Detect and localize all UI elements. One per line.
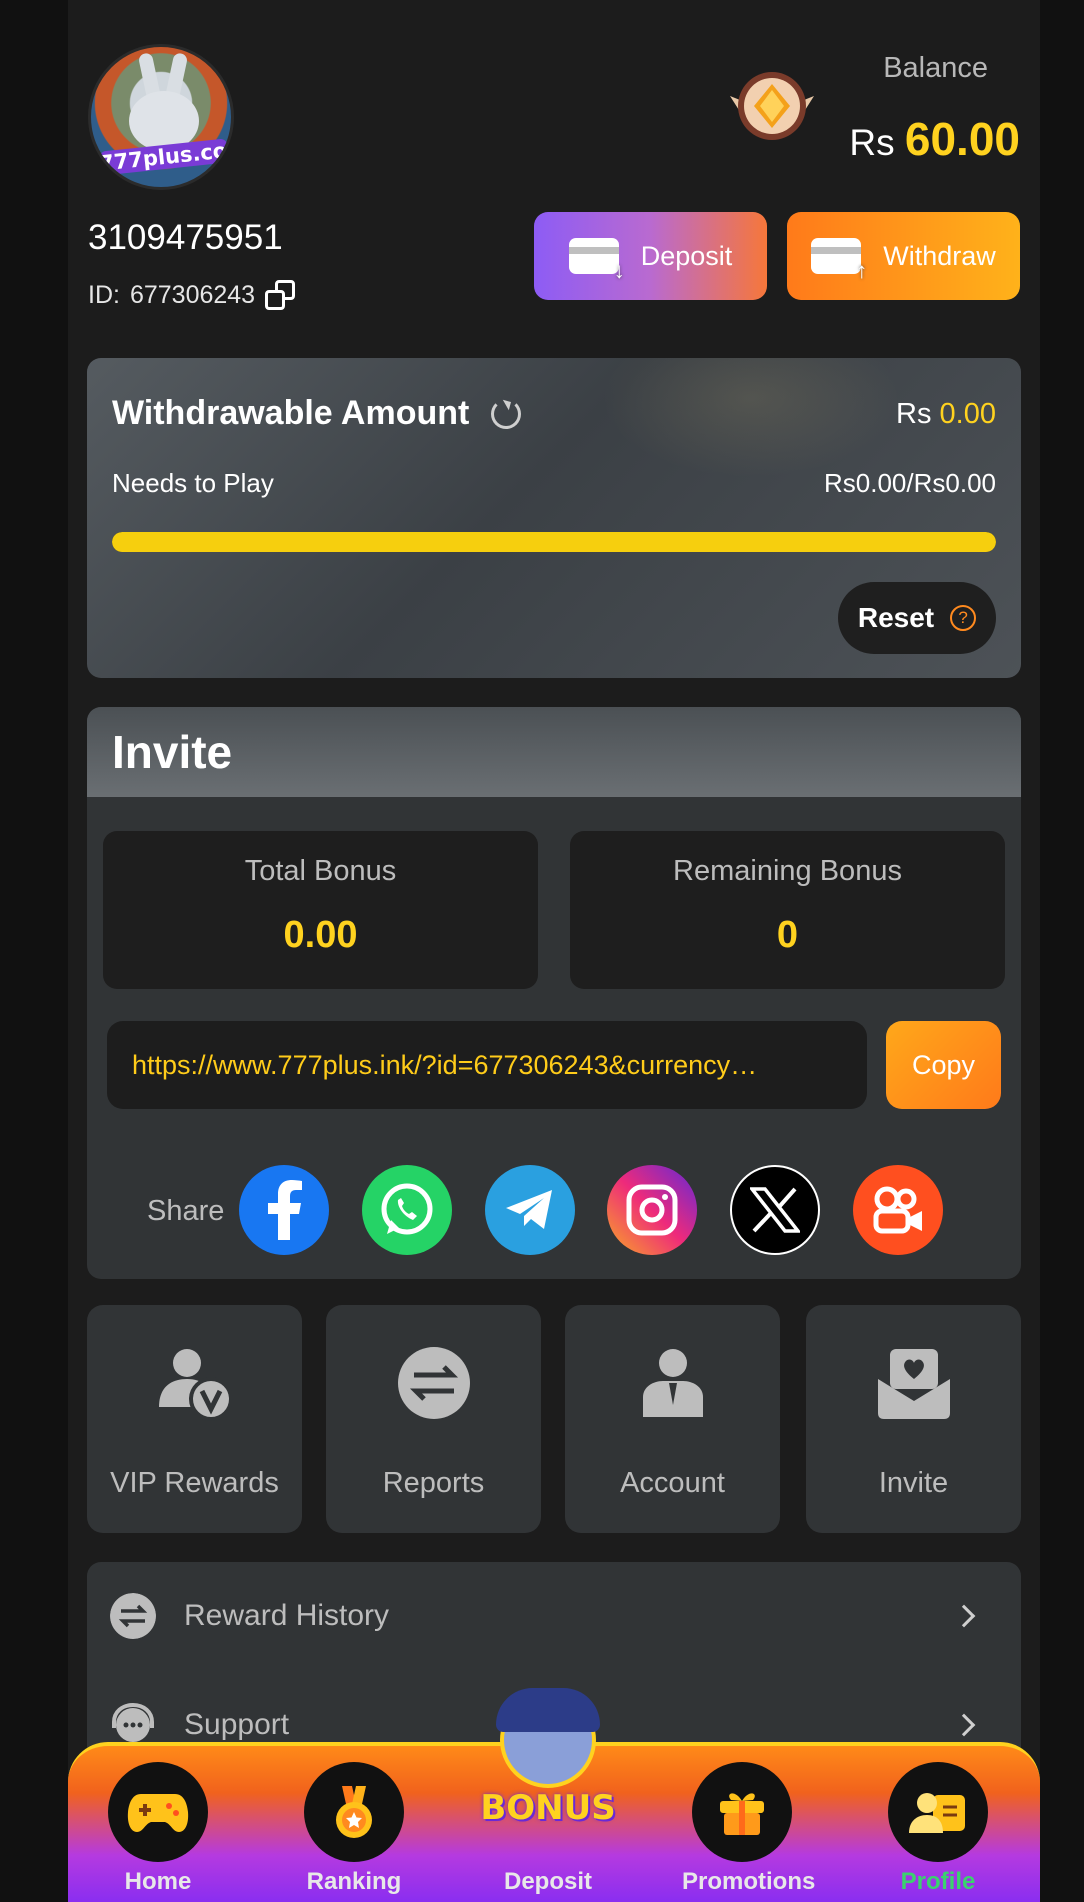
needs-to-play-label: Needs to Play [112, 468, 274, 498]
avatar-brand-text: 777plus.com [98, 136, 234, 176]
nav-home[interactable]: Home [98, 1762, 218, 1896]
copy-link-button[interactable]: Copy [886, 1021, 1001, 1109]
nav-label: Home [124, 1868, 192, 1895]
balance-amount: Rs 60.00 [849, 112, 1020, 166]
remaining-bonus-label: Remaining Bonus [673, 855, 902, 887]
avatar[interactable]: 777plus.com [88, 44, 234, 190]
menu-item-label: Reward History [184, 1599, 390, 1632]
gamepad-icon [108, 1762, 208, 1862]
nav-label: Ranking [306, 1868, 402, 1895]
menu-item-reward-history[interactable]: Reward History [68, 1566, 1002, 1666]
tile-vip-rewards[interactable]: VIP Rewards [87, 1305, 302, 1533]
nav-label: Promotions [682, 1868, 816, 1895]
user-id-value: 677306243 [129, 280, 256, 309]
invite-link-text: https://www.777plus.ink/?id=677306243&cu… [132, 1049, 758, 1080]
total-bonus-value: 0.00 [283, 914, 358, 956]
vip-user-icon [158, 1349, 233, 1421]
tile-invite[interactable]: Invite [806, 1305, 1021, 1533]
kwai-icon[interactable] [853, 1165, 943, 1255]
account-icon [642, 1349, 703, 1417]
chevron-right-icon [952, 1713, 976, 1737]
gift-icon [692, 1762, 792, 1862]
tile-label: Account [620, 1467, 725, 1499]
balance-label: Balance [883, 52, 988, 84]
invite-envelope-icon [877, 1349, 950, 1419]
nav-label: Profile [900, 1868, 976, 1895]
withdrawable-card: Withdrawable Amount Rs 0.00 Needs to Pla… [87, 358, 1021, 678]
withdraw-label: Withdraw [883, 240, 996, 271]
withdrawable-value: 0.00 [939, 398, 996, 430]
nav-promotions[interactable]: Promotions [682, 1762, 816, 1896]
nav-ranking[interactable]: Ranking [294, 1762, 414, 1896]
refresh-icon[interactable] [491, 398, 522, 429]
invite-card: Invite Total Bonus 0.00 Remaining Bonus … [87, 707, 1021, 1279]
tile-label: Invite [878, 1467, 949, 1499]
remaining-bonus-box: Remaining Bonus 0 [570, 831, 1005, 989]
tile-reports[interactable]: Reports [326, 1305, 541, 1533]
balance-value: 60.00 [904, 113, 1020, 165]
user-phone: 3109475951 [88, 218, 283, 257]
user-id-label: ID: [88, 280, 120, 309]
reset-button[interactable]: Reset ? [838, 582, 996, 654]
deposit-card-icon: ↓ [568, 238, 625, 283]
withdrawable-currency: Rs [896, 398, 932, 430]
chevron-right-icon [952, 1604, 976, 1628]
profile-card-icon [888, 1762, 988, 1862]
withdraw-card-icon: ↑ [811, 238, 867, 283]
instagram-icon[interactable] [607, 1165, 697, 1255]
whatsapp-icon[interactable] [362, 1165, 452, 1255]
withdrawable-amount: Rs 0.00 [896, 398, 996, 431]
facebook-icon[interactable] [239, 1165, 329, 1255]
total-bonus-box: Total Bonus 0.00 [103, 831, 538, 989]
play-progress-fill [112, 532, 996, 552]
tile-account[interactable]: Account [565, 1305, 780, 1533]
play-progress-bar [112, 532, 996, 552]
total-bonus-label: Total Bonus [244, 855, 397, 887]
user-id-row: ID: 677306243 [88, 280, 296, 310]
bonus-mascot-icon[interactable]: BONUS [478, 1688, 618, 1838]
reset-label: Reset [857, 602, 935, 633]
share-label: Share [147, 1195, 225, 1227]
remaining-bonus-value: 0 [776, 914, 799, 956]
telegram-icon[interactable] [485, 1165, 575, 1255]
x-icon[interactable] [730, 1165, 820, 1255]
invite-title: Invite [87, 707, 1021, 797]
tile-label: Reports [382, 1467, 485, 1499]
bonus-word: BONUS [480, 1788, 616, 1828]
mascot-cap [496, 1688, 600, 1732]
medal-icon [304, 1762, 404, 1862]
balance-currency: Rs [849, 122, 895, 163]
withdraw-button[interactable]: ↑ Withdraw [787, 212, 1020, 300]
menu-item-label: Support [184, 1708, 290, 1741]
deposit-label: Deposit [640, 240, 733, 271]
withdrawable-title: Withdrawable Amount [112, 394, 470, 432]
swap-icon [397, 1347, 470, 1419]
tile-label: VIP Rewards [110, 1467, 279, 1499]
swap-icon [110, 1593, 156, 1639]
nav-label: Deposit [503, 1868, 592, 1895]
nav-profile[interactable]: Profile [878, 1762, 998, 1896]
needs-to-play-value: Rs0.00/Rs0.00 [824, 468, 996, 498]
deposit-button[interactable]: ↓ Deposit [534, 212, 767, 300]
profile-screen: 777plus.com 3109475951 ID: 677306243 Bal… [68, 0, 1040, 1902]
help-icon[interactable]: ? [950, 605, 977, 631]
copy-icon[interactable] [265, 280, 296, 310]
vip-badge-icon[interactable] [724, 66, 820, 146]
withdrawable-title-row: Withdrawable Amount [112, 394, 522, 433]
invite-link-field[interactable]: https://www.777plus.ink/?id=677306243&cu… [107, 1021, 867, 1109]
